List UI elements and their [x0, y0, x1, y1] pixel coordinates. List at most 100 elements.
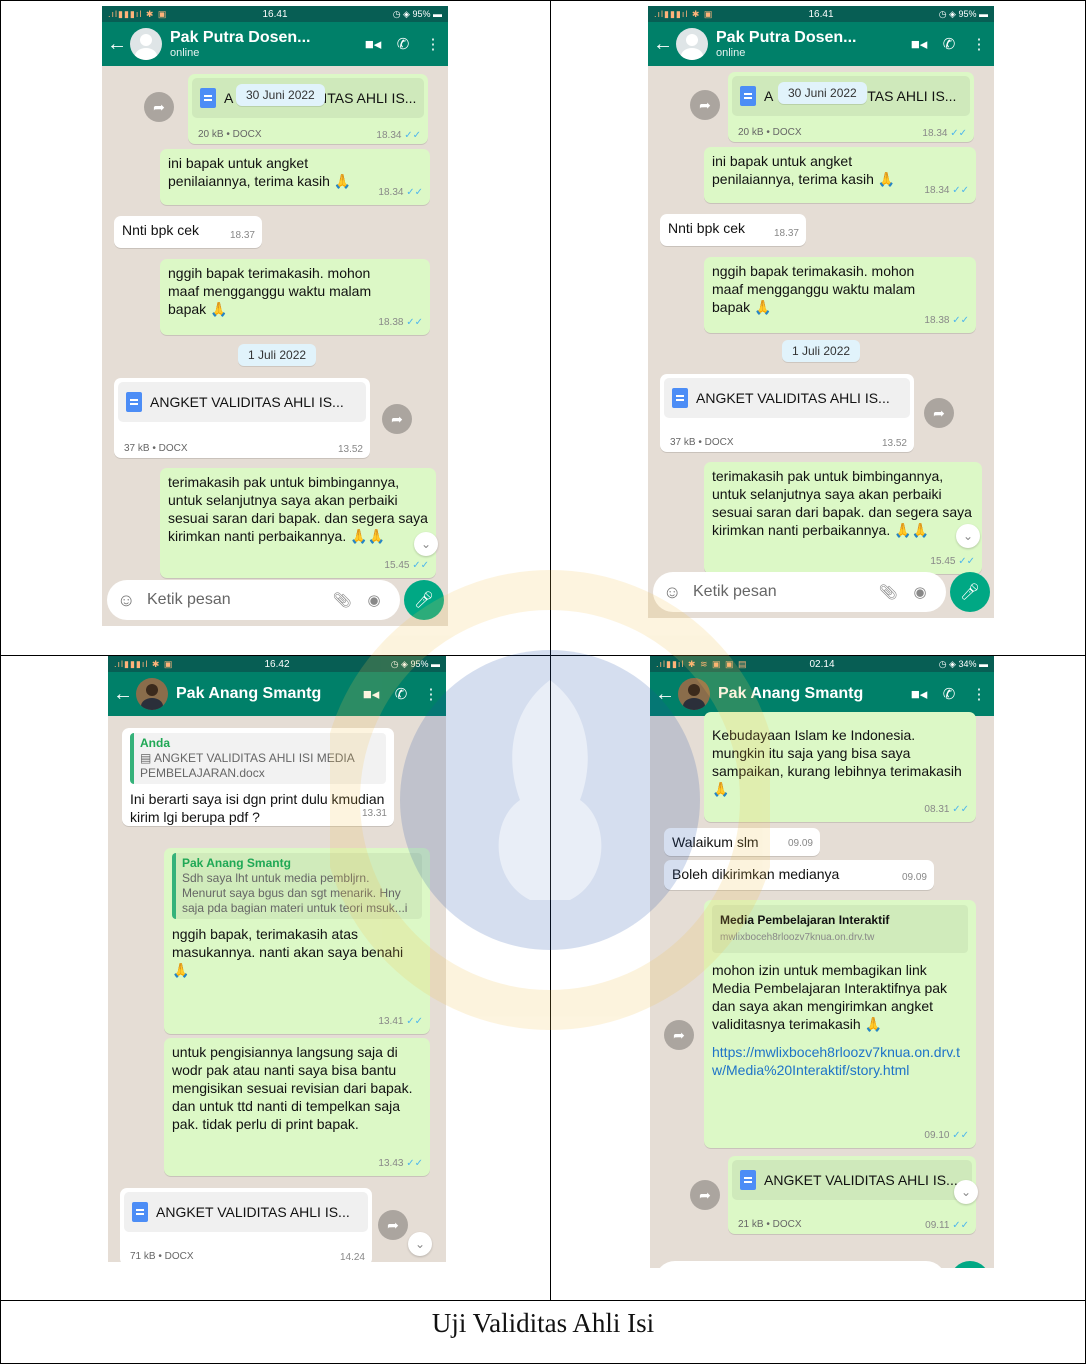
forward-icon[interactable]: ➦	[690, 1180, 720, 1210]
forward-icon[interactable]: ➦	[382, 404, 412, 434]
forward-icon[interactable]: ➦	[690, 90, 720, 120]
more-vert-icon[interactable]: ⋮	[416, 685, 446, 703]
forward-icon[interactable]: ➦	[924, 398, 954, 428]
status-time: 16.42	[264, 658, 290, 670]
contact-info[interactable]: Pak Putra Dosen... online	[716, 29, 904, 59]
date-chip: 1 Juli 2022	[782, 340, 861, 362]
message-input[interactable]: ☺ Ketik pesan 📎︎ ◉	[107, 580, 400, 620]
message-bubble[interactable]: Nnti bpk cek 18.37	[660, 214, 806, 246]
status-time: 16.41	[262, 8, 288, 20]
message-bubble[interactable]: untuk pengisiannya langsung saja di wodr…	[164, 1038, 430, 1176]
file-message[interactable]: ANGKET VALIDITAS AHLI IS... 71 kB • DOCX…	[120, 1188, 372, 1262]
forward-icon[interactable]: ➦	[378, 1210, 408, 1240]
input-placeholder: Ketik pesan	[147, 591, 231, 608]
table-divider-caption	[0, 1300, 1086, 1301]
message-bubble[interactable]: Nnti bpk cek 18.37	[114, 216, 262, 248]
file-meta: 21 kB • DOCX	[738, 1219, 802, 1230]
camera-icon[interactable]: ◉	[358, 591, 390, 609]
chat-area: ➦ A ITAS AHLI IS... 20 kB • DOCX 18.34 ✓✓…	[648, 66, 994, 618]
file-name: ANGKET VALIDITAS AHLI IS...	[764, 1172, 958, 1188]
message-bubble[interactable]: Pak Anang Smantg Sdh saya lht untuk medi…	[164, 848, 430, 1034]
message-bubble[interactable]: ini bapak untuk angket penilaiannya, ter…	[704, 147, 976, 203]
paperclip-icon[interactable]: 📎︎	[872, 583, 904, 601]
message-bubble[interactable]: Anda ▤ ANGKET VALIDITAS AHLI ISI MEDIA P…	[122, 728, 394, 826]
input-placeholder: Ketik pesan	[693, 583, 777, 600]
link-preview[interactable]: Media Pembelajaran Interaktif mwlixboceh…	[712, 905, 968, 953]
avatar[interactable]	[136, 678, 168, 710]
file-message[interactable]: ANGKET VALIDITAS AHLI IS... 37 kB • DOCX…	[114, 378, 370, 458]
message-bubble[interactable]: ini bapak untuk angket penilaiannya, ter…	[160, 149, 430, 205]
file-message[interactable]: ANGKET VALIDITAS AHLI IS... 21 kB • DOCX…	[728, 1156, 976, 1234]
file-meta: 20 kB • DOCX	[198, 129, 262, 140]
reply-quote[interactable]: Pak Anang Smantg Sdh saya lht untuk medi…	[172, 853, 422, 919]
chevron-down-icon[interactable]: ⌄	[414, 532, 438, 556]
more-vert-icon[interactable]: ⋮	[964, 685, 994, 703]
chevron-down-icon[interactable]: ⌄	[954, 1180, 978, 1204]
chat-screenshot-4: .ıl▮▮ıl ✱ ≋ ▣ ▣ ▤ 02.14 ◷ ◈ 34% ▬ ← Pak …	[650, 656, 994, 1268]
phone-icon[interactable]: ✆	[388, 35, 418, 53]
paperclip-icon[interactable]: 📎︎	[326, 591, 358, 609]
message-bubble[interactable]: Walaikum slm 09.09	[664, 828, 820, 856]
phone-icon[interactable]: ✆	[934, 685, 964, 703]
avatar[interactable]	[678, 678, 710, 710]
arrow-left-icon[interactable]: ←	[106, 33, 128, 56]
phone-icon[interactable]: ✆	[386, 685, 416, 703]
document-icon	[200, 88, 216, 108]
date-chip: 1 Juli 2022	[238, 344, 317, 366]
message-bubble[interactable]: nggih bapak terimakasih. mohon maaf meng…	[160, 259, 430, 335]
forward-icon[interactable]: ➦	[664, 1020, 694, 1050]
document-icon	[740, 1170, 756, 1190]
contact-status: online	[170, 47, 200, 59]
avatar[interactable]	[130, 28, 162, 60]
file-name: ANGKET VALIDITAS AHLI IS...	[696, 390, 890, 406]
date-chip: 30 Juni 2022	[236, 84, 325, 106]
message-link[interactable]: https://mwlixboceh8rloozv7knua.on.drv.tw…	[712, 1043, 968, 1079]
avatar[interactable]	[676, 28, 708, 60]
video-camera-icon[interactable]: ■◂	[356, 685, 386, 703]
contact-info[interactable]: Pak Putra Dosen... online	[170, 29, 358, 59]
camera-icon[interactable]: ◉	[904, 583, 936, 601]
message-input[interactable]: ☺ Ketik pesan 📎︎ ◉	[653, 572, 946, 612]
file-message[interactable]: ANGKET VALIDITAS AHLI IS... 37 kB • DOCX…	[660, 374, 914, 452]
chat-screenshot-1: .ıl▮▮▮ıl ✱ ▣ 16.41 ◷ ◈ 95% ▬ ← Pak Putra…	[102, 6, 448, 626]
microphone-icon[interactable]: 🎤︎	[950, 1261, 990, 1268]
contact-name: Pak Putra Dosen...	[170, 29, 311, 46]
message-bubble[interactable]: Media Pembelajaran Interaktif mwlixboceh…	[704, 900, 976, 1148]
status-bar: .ıl▮▮▮ıl ✱ ▣ 16.42 ◷ ◈ 95% ▬	[108, 656, 446, 672]
file-meta: 20 kB • DOCX	[738, 127, 802, 138]
file-meta: 37 kB • DOCX	[124, 443, 188, 454]
arrow-left-icon[interactable]: ←	[652, 33, 674, 56]
phone-icon[interactable]: ✆	[934, 35, 964, 53]
video-camera-icon[interactable]: ■◂	[904, 35, 934, 53]
message-input[interactable]: ☺ Ketik pesan 📎︎ ◉	[655, 1261, 946, 1268]
reply-quote[interactable]: Anda ▤ ANGKET VALIDITAS AHLI ISI MEDIA P…	[130, 733, 386, 784]
more-vert-icon[interactable]: ⋮	[964, 35, 994, 53]
microphone-icon[interactable]: 🎤︎	[404, 580, 444, 620]
date-chip: 30 Juni 2022	[778, 82, 867, 104]
file-name: ANGKET VALIDITAS AHLI IS...	[150, 394, 344, 410]
document-icon	[126, 392, 142, 412]
message-bubble[interactable]: nggih bapak terimakasih. mohon maaf meng…	[704, 257, 976, 333]
chat-header: ← Pak Putra Dosen... online ■◂ ✆ ⋮	[648, 22, 994, 66]
file-name: ITAS AHLI IS...	[863, 88, 957, 104]
more-vert-icon[interactable]: ⋮	[418, 35, 448, 53]
message-bubble[interactable]: terimakasih pak untuk bimbingannya, untu…	[160, 468, 436, 578]
microphone-icon[interactable]: 🎤︎	[950, 572, 990, 612]
contact-info[interactable]: Pak Anang Smantg	[718, 685, 904, 703]
arrow-left-icon[interactable]: ←	[112, 683, 134, 706]
message-bubble[interactable]: Kebudayaan Islam ke Indonesia. mungkin i…	[704, 712, 976, 822]
video-camera-icon[interactable]: ■◂	[358, 35, 388, 53]
video-camera-icon[interactable]: ■◂	[904, 685, 934, 703]
chevron-down-icon[interactable]: ⌄	[408, 1232, 432, 1256]
forward-icon[interactable]: ➦	[144, 92, 174, 122]
emoji-icon[interactable]: ☺	[117, 590, 139, 611]
status-bar: .ıl▮▮▮ıl ✱ ▣ 16.41 ◷ ◈ 95% ▬	[102, 6, 448, 22]
contact-info[interactable]: Pak Anang Smantg	[176, 685, 356, 703]
chevron-down-icon[interactable]: ⌄	[956, 524, 980, 548]
message-bubble[interactable]: terimakasih pak untuk bimbingannya, untu…	[704, 462, 982, 574]
message-bubble[interactable]: Boleh dikirimkan medianya 09.09	[664, 860, 934, 890]
figure-caption: Uji Validitas Ahli Isi	[431, 1308, 655, 1338]
emoji-icon[interactable]: ☺	[663, 582, 685, 603]
arrow-left-icon[interactable]: ←	[654, 683, 676, 706]
table-divider-vertical	[550, 0, 551, 1300]
